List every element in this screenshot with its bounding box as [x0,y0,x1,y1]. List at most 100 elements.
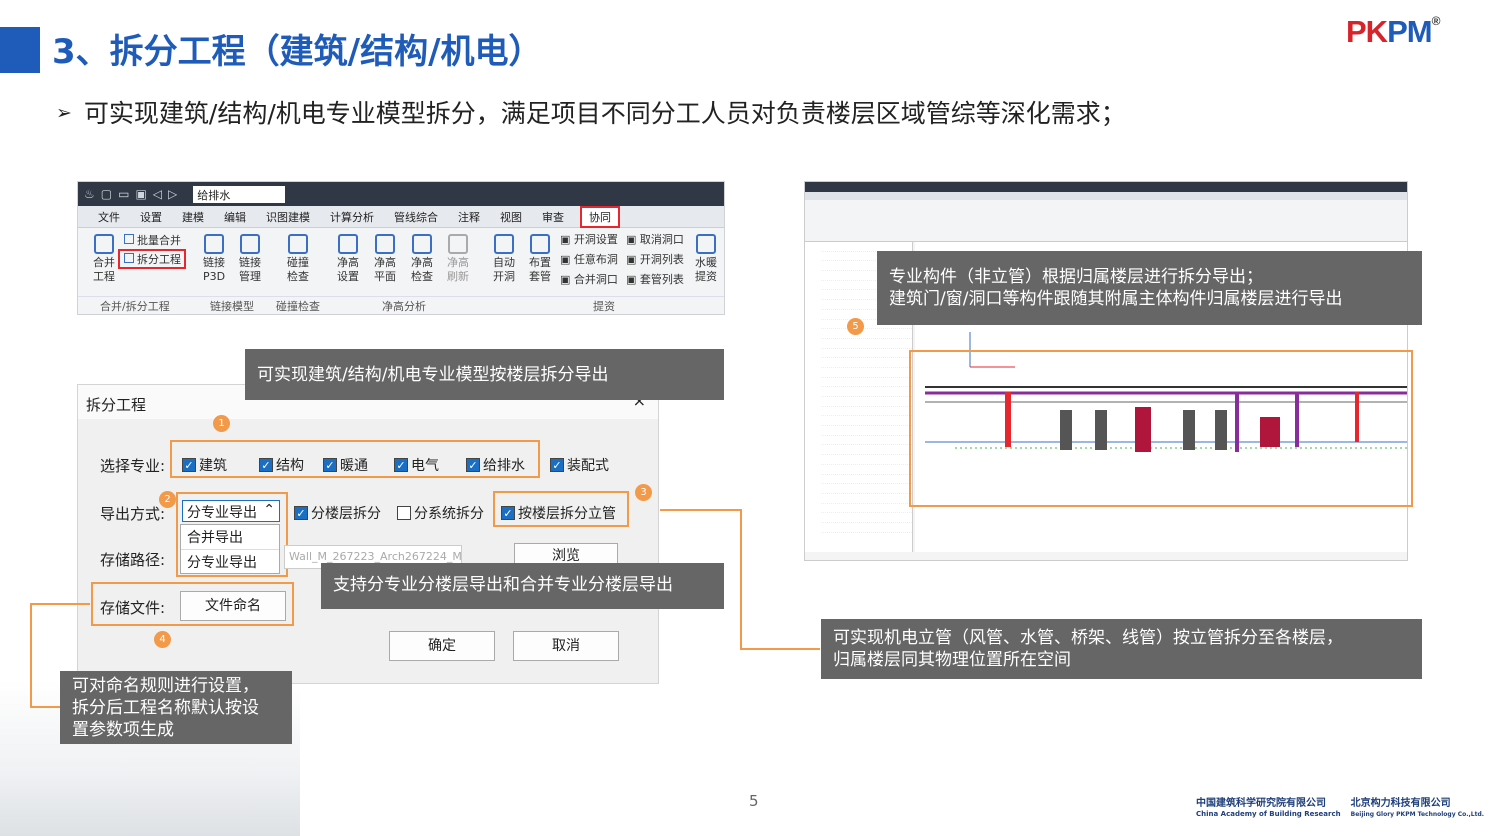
tree-row[interactable] [821,475,912,485]
menu-item[interactable]: 管线综合 [374,209,438,225]
menu-item[interactable]: 审查 [522,209,564,225]
quick-access-bar: ♨ ▢ ▭ ▣ ◁ ▷ 给排水 [78,182,724,206]
tree-row[interactable] [821,378,912,388]
collision-check-button[interactable]: 碰撞 检查 [284,234,312,284]
checkbox-icon: ✓ [550,458,564,472]
app-menu [805,192,1407,200]
split-highlight [118,249,186,269]
callout-export-modes: 支持分专业分楼层导出和合并专业分楼层导出 [321,563,724,609]
merge-project-button[interactable]: 合并 工程 [86,234,122,284]
step-badge: 3 [635,484,652,501]
hvac-icon [696,234,716,254]
link-manage-button[interactable]: 链接 管理 [236,234,264,284]
menu-item-collab[interactable]: 协同 [580,205,620,228]
connector-line [30,603,90,605]
menu-item[interactable]: 编辑 [204,209,246,225]
tree-row[interactable] [821,368,912,378]
step-badge: 5 [847,318,864,335]
step-badge: 1 [213,415,230,432]
height-plane-icon [375,234,395,254]
tree-row[interactable] [821,407,912,417]
height-setting-button[interactable]: 净高 设置 [334,234,362,284]
tree-row[interactable] [821,358,912,368]
open-icon[interactable]: ▭ [118,187,129,201]
tree-row[interactable] [821,455,912,465]
menu-item[interactable]: 设置 [120,209,162,225]
tree-row[interactable] [821,329,912,339]
merge-icon [94,234,114,254]
link-manage-icon [240,234,260,254]
floor-split-checkbox[interactable]: ✓ 分楼层拆分 [294,503,381,523]
menu-item[interactable]: 文件 [78,209,120,225]
menu-item[interactable]: 视图 [480,209,522,225]
height-check-icon [412,234,432,254]
any-hole-button[interactable]: ▣ 任意布洞 [560,253,624,267]
hvac-data-button[interactable]: 水暖 提资 [692,234,720,284]
bullet-text: ➢ 可实现建筑/结构/机电专业模型拆分，满足项目不同分工人员对负责楼层区域管综等深… [56,99,1126,128]
checkbox-icon [397,506,411,520]
spec-dropdown[interactable]: 给排水 [193,185,286,203]
height-refresh-button[interactable]: 净高 刷新 [444,234,472,284]
connector-line [660,509,740,511]
cancel-button[interactable]: 取消 [513,631,619,661]
tree-row[interactable] [821,387,912,397]
page-number: 5 [749,792,759,810]
hole-setting-button[interactable]: ▣ 开洞设置 [560,233,624,247]
cancel-hole-button[interactable]: ▣ 取消洞口 [626,233,690,247]
tree-row[interactable] [821,484,912,494]
auto-hole-button[interactable]: 自动 开洞 [490,234,518,284]
main-menu: 文件 设置 建模 编辑 识图建模 计算分析 管线综合 注释 视图 审查 协同 [78,205,724,228]
step-badge: 4 [154,631,171,648]
tree-row[interactable] [821,436,912,446]
spec-highlight [170,440,540,478]
group-label: 净高分析 [382,299,426,313]
ribbon-group-labels: 合并/拆分工程 链接模型 碰撞检查 净高分析 提资 [78,296,724,314]
tree-row[interactable] [821,349,912,359]
menu-item[interactable]: 建模 [162,209,204,225]
tree-row[interactable] [821,416,912,427]
spec-label: 选择专业: [100,457,166,475]
callout-naming: 可对命名规则进行设置， 拆分后工程名称默认按设 置参数项生成 [60,671,292,744]
ok-button[interactable]: 确定 [389,631,495,661]
system-split-checkbox[interactable]: 分系统拆分 [397,503,484,523]
connector-line [30,603,32,707]
tree-row[interactable] [821,465,912,475]
redo-icon[interactable]: ▷ [168,187,177,201]
batch-merge-button[interactable]: 批量合并 [124,234,194,248]
menu-item[interactable]: 注释 [438,209,480,225]
height-check-button[interactable]: 净高 检查 [408,234,436,284]
connector-line [740,648,820,650]
group-label: 链接模型 [210,299,254,313]
pkpm-company-logo: 北京构力科技有限公司 Beijing Glory PKPM Technology … [1350,798,1485,818]
tree-row[interactable] [821,445,912,456]
riser-highlight [493,491,629,527]
undo-icon[interactable]: ◁ [153,187,162,201]
tree-row[interactable] [821,397,912,407]
merge-hole-button[interactable]: ▣ 合并洞口 [560,273,624,287]
menu-item[interactable]: 识图建模 [246,209,310,225]
group-label: 碰撞检查 [276,299,320,313]
tree-row[interactable] [821,504,912,514]
callout-floor-split: 可实现建筑/结构/机电专业模型按楼层拆分导出 [245,349,724,400]
auto-hole-icon [494,234,514,254]
app-icon[interactable]: ♨ [84,187,95,201]
ribbon-screenshot: ♨ ▢ ▭ ▣ ◁ ▷ 给排水 文件 设置 建模 编辑 识图建模 计算分析 管线综合 注释 视图 审查 协同 … [77,181,725,315]
link-p3d-button[interactable]: 链接 P3D [200,234,228,284]
sleeve-icon [530,234,550,254]
height-set-icon [338,234,358,254]
tree-row[interactable] [821,426,912,436]
spec-checkbox[interactable]: ✓ 装配式 [550,455,609,475]
sleeve-list-button[interactable]: ▣ 套管列表 [626,273,690,287]
tree-row[interactable] [821,523,912,533]
new-icon[interactable]: ▢ [101,187,112,201]
tree-row[interactable] [821,494,912,504]
split-project-dialog: 拆分工程 × 选择专业: ✓ 建筑 ✓ 结构 ✓ 暖通 ✓ 电气 ✓ 给排水 ✓ 装配式 导出方式: … [77,384,659,684]
sleeve-button[interactable]: 布置 套管 [526,234,554,284]
menu-item[interactable]: 计算分析 [310,209,374,225]
height-plane-button[interactable]: 净高 平面 [371,234,399,284]
save-icon[interactable]: ▣ [135,187,146,201]
hole-list-button[interactable]: ▣ 开洞列表 [626,253,690,267]
arrow-bullet-icon: ➢ [56,102,72,124]
tree-row[interactable] [821,513,912,523]
tree-row[interactable] [821,339,912,349]
